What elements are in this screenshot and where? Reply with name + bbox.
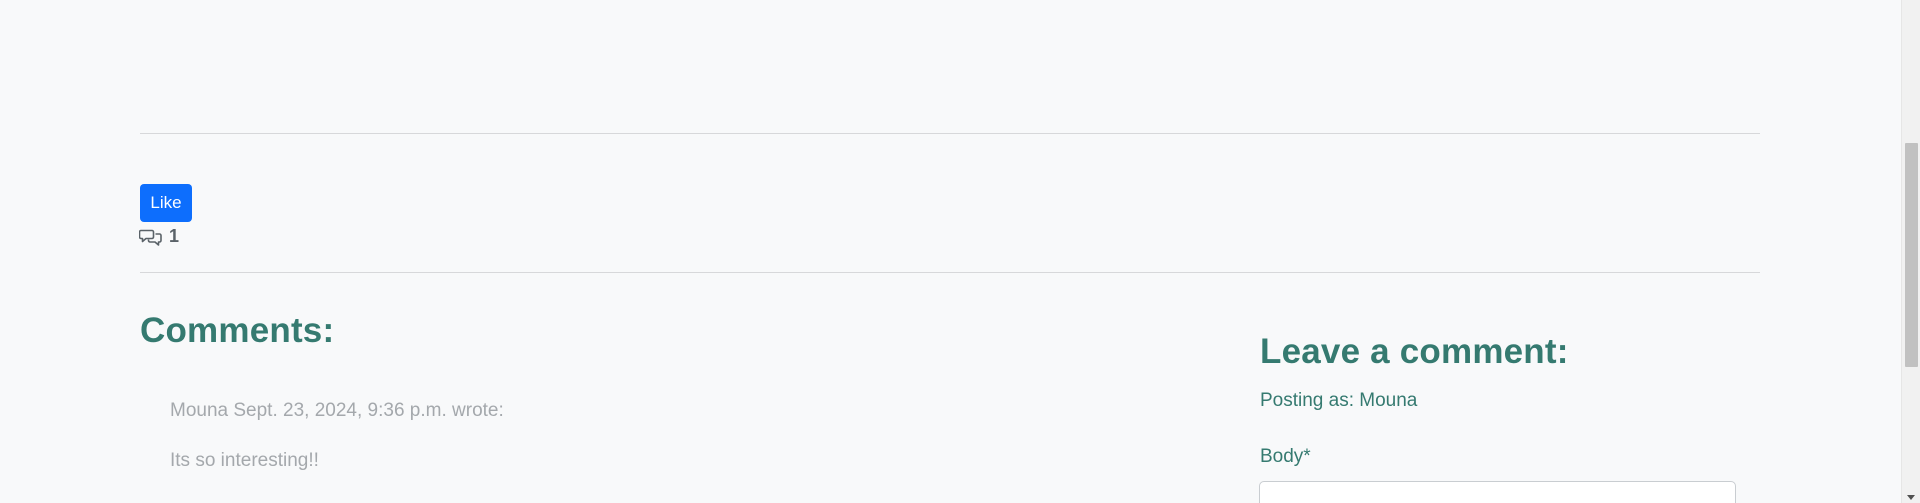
like-button[interactable]: Like xyxy=(140,184,192,222)
divider-middle xyxy=(140,272,1760,273)
scrollbar-thumb[interactable] xyxy=(1905,143,1918,367)
scroll-down-arrow-icon[interactable] xyxy=(1907,495,1915,500)
posting-as-label: Posting as: Mouna xyxy=(1260,390,1418,411)
leave-comment-heading: Leave a comment: xyxy=(1260,332,1569,371)
vertical-scrollbar[interactable] xyxy=(1901,0,1920,503)
comment-count-indicator: 1 xyxy=(139,226,179,247)
body-field-label: Body* xyxy=(1260,446,1311,467)
comment-body: Its so interesting!! xyxy=(170,450,319,471)
post-detail-page: Like 1 Comments: Mouna Sept. 23, 2024, 9… xyxy=(0,0,1920,503)
comment-meta: Mouna Sept. 23, 2024, 9:36 p.m. wrote: xyxy=(170,400,504,421)
comment-body-input[interactable] xyxy=(1259,481,1736,503)
comment-count: 1 xyxy=(169,226,180,246)
comments-heading: Comments: xyxy=(140,311,335,350)
divider-top xyxy=(140,133,1760,134)
chat-bubbles-icon xyxy=(139,227,163,247)
